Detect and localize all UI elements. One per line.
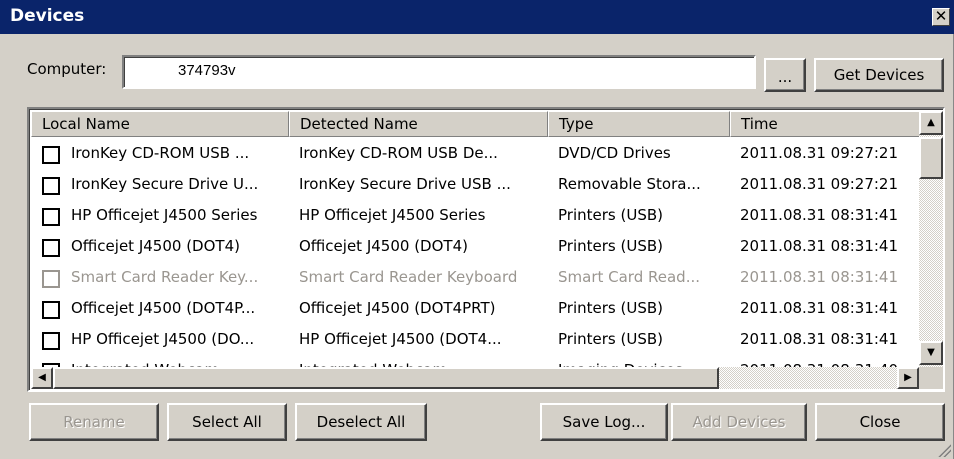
cell-type: Printers (USB) [558,330,663,348]
table-row[interactable]: Smart Card Reader Key... Smart Card Reade… [31,263,917,294]
horizontal-scrollbar[interactable]: ◀ ▶ [31,367,919,389]
resize-grip-icon[interactable] [937,443,951,457]
cell-detected-name: HP Officejet J4500 Series [299,206,486,224]
cell-local-name: Officejet J4500 (DOT4P... [71,299,256,317]
cell-detected-name: IronKey Secure Drive USB ... [299,175,511,193]
row-checkbox[interactable] [42,177,60,195]
title-bar[interactable]: Devices ✕ [0,0,954,34]
column-header-detected-name[interactable]: Detected Name [289,111,548,137]
table-row[interactable]: IronKey Secure Drive U... IronKey Secure … [31,170,917,201]
cell-time: 2011.08.31 08:31:41 [740,330,899,348]
list-rows: IronKey CD-ROM USB ... IronKey CD-ROM USB… [31,139,917,367]
cell-type: DVD/CD Drives [558,144,671,162]
table-row[interactable]: HP Officejet J4500 (DO... HP Officejet J4… [31,325,917,356]
row-checkbox[interactable] [42,332,60,350]
column-header-time[interactable]: Time [730,111,921,137]
deselect-all-button[interactable]: Deselect All [295,403,427,441]
computer-label: Computer: [27,60,107,78]
close-icon[interactable]: ✕ [932,8,950,26]
vertical-scroll-thumb[interactable] [919,137,943,179]
scroll-down-icon[interactable]: ▼ [919,341,943,365]
cell-detected-name: Smart Card Reader Keyboard [299,268,518,286]
close-button[interactable]: Close [815,403,945,441]
table-row[interactable]: Integrated WebcamIntegrated WebcamImagin… [31,356,917,367]
cell-type: Removable Stora... [558,175,701,193]
cell-local-name: Officejet J4500 (DOT4) [71,237,240,255]
computer-input[interactable]: 374793v [122,55,756,89]
devices-window: Devices ✕ Computer: 374793v ... Get Devi… [0,0,954,459]
window-title: Devices [10,6,85,26]
table-row[interactable]: Officejet J4500 (DOT4) Officejet J4500 (D… [31,232,917,263]
cell-time: 2011.08.31 08:31:41 [740,299,899,317]
row-checkbox[interactable] [42,146,60,164]
browse-button[interactable]: ... [764,58,806,92]
row-checkbox[interactable] [42,239,60,257]
cell-detected-name: Officejet J4500 (DOT4PRT) [299,299,496,317]
cell-time: 2011.08.31 09:27:21 [740,144,899,162]
cell-detected-name: IronKey CD-ROM USB De... [299,144,498,162]
column-header-type[interactable]: Type [548,111,730,137]
cell-local-name: Smart Card Reader Key... [71,268,259,286]
device-list[interactable]: Local Name Detected Name Type Time IronK… [27,107,945,392]
cell-time: 2011.08.31 09:27:21 [740,175,899,193]
vertical-scrollbar[interactable]: ▲ ▼ [919,111,943,367]
cell-time: 2011.08.31 08:31:41 [740,237,899,255]
row-checkbox[interactable] [42,208,60,226]
add-devices-button[interactable]: Add Devices [671,403,807,441]
scroll-left-icon[interactable]: ◀ [31,367,53,389]
table-row[interactable]: Officejet J4500 (DOT4P... Officejet J4500… [31,294,917,325]
get-devices-button[interactable]: Get Devices [814,58,944,92]
cell-type: Printers (USB) [558,237,663,255]
save-log-button[interactable]: Save Log... [540,403,668,441]
row-checkbox[interactable] [42,270,60,288]
rename-button[interactable]: Rename [29,403,159,441]
column-header-local-name[interactable]: Local Name [31,111,289,137]
select-all-button[interactable]: Select All [167,403,287,441]
table-row[interactable]: IronKey CD-ROM USB ... IronKey CD-ROM USB… [31,139,917,170]
cell-time: 2011.08.31 08:31:41 [740,206,899,224]
cell-detected-name: HP Officejet J4500 (DOT4... [299,330,502,348]
cell-time: 2011.08.31 08:31:41 [740,268,899,286]
cell-local-name: IronKey Secure Drive U... [71,175,259,193]
cell-detected-name: Officejet J4500 (DOT4) [299,237,468,255]
cell-type: Printers (USB) [558,206,663,224]
scroll-corner [919,367,943,389]
list-header: Local Name Detected Name Type Time [31,111,921,137]
cell-local-name: IronKey CD-ROM USB ... [71,144,250,162]
table-row[interactable]: HP Officejet J4500 Series HP Officejet J4… [31,201,917,232]
horizontal-scroll-thumb[interactable] [53,367,719,389]
cell-local-name: HP Officejet J4500 (DO... [71,330,255,348]
row-checkbox[interactable] [42,301,60,319]
cell-local-name: HP Officejet J4500 Series [71,206,258,224]
scroll-up-icon[interactable]: ▲ [919,111,943,135]
cell-type: Smart Card Read... [558,268,700,286]
scroll-right-icon[interactable]: ▶ [897,367,919,389]
cell-type: Printers (USB) [558,299,663,317]
